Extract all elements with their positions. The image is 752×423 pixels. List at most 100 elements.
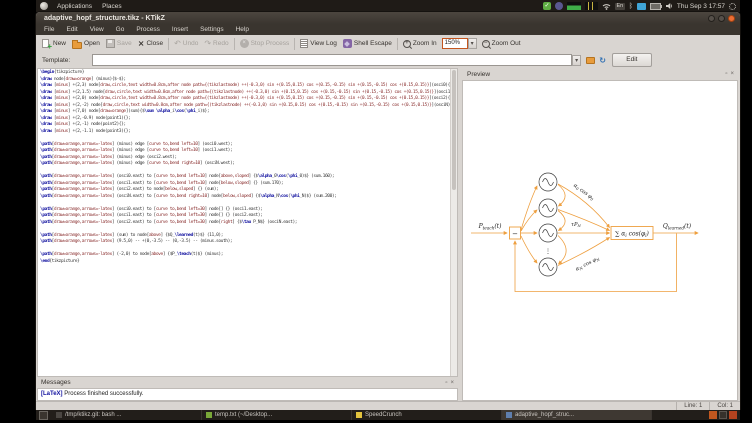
- close-window-button[interactable]: [728, 15, 735, 22]
- preview-float-icon[interactable]: ▫: [725, 71, 727, 77]
- open-button[interactable]: Open: [69, 38, 103, 50]
- preview-close-icon[interactable]: ×: [730, 71, 734, 77]
- view-log-button[interactable]: View Log: [297, 38, 340, 49]
- taskbar-item-speedcrunch[interactable]: SpeedCrunch: [352, 410, 502, 420]
- menu-edit[interactable]: Edit: [60, 26, 83, 33]
- tikz-diagram: − Pteach(t) ∑ αi cos(φi) Qlearned(t) α0 …: [463, 81, 737, 400]
- new-button[interactable]: New: [39, 38, 69, 49]
- taskbar-item-label: SpeedCrunch: [365, 412, 402, 418]
- stop-label: Stop Process: [251, 40, 290, 47]
- save-button[interactable]: Save: [103, 38, 135, 49]
- menu-insert[interactable]: Insert: [166, 26, 194, 33]
- messages-content: [LaTeX] Process finished successfully.: [37, 388, 458, 401]
- ktikz-icon: [506, 412, 512, 418]
- sum-label: ∑ αi cos(φi): [615, 231, 649, 238]
- save-label: Save: [117, 40, 132, 47]
- editor-scrollbar-thumb[interactable]: [452, 70, 456, 190]
- undo-arrow-icon: ↶: [174, 39, 181, 48]
- messages-title: Messages: [37, 379, 71, 386]
- code-lines: \begin{tikzpicture}\draw node[draw=orang…: [38, 69, 457, 265]
- workspace-2[interactable]: [719, 411, 727, 419]
- places-menu[interactable]: Places: [97, 3, 127, 10]
- zoom-in-button[interactable]: + Zoom In: [400, 39, 440, 49]
- close-file-button[interactable]: × Close: [135, 38, 166, 49]
- menu-file[interactable]: File: [36, 26, 60, 33]
- session-gear-icon[interactable]: [729, 3, 736, 10]
- osc1-to-osc2-arc: [558, 211, 565, 231]
- speedcrunch-icon: [356, 412, 362, 418]
- app-indicator-icon[interactable]: [555, 2, 563, 10]
- messages-float-icon[interactable]: ▫: [445, 380, 447, 386]
- zoom-in-magnifier-icon: +: [403, 40, 411, 48]
- zoom-dropdown-button[interactable]: ▾: [468, 38, 477, 49]
- statusbar: Line: 1 Col: 1: [36, 401, 740, 410]
- code-editor[interactable]: \begin{tikzpicture}\draw node[draw=orang…: [37, 68, 458, 377]
- ktikz-window: adaptive_hopf_structure.tikz - KTikZ Fil…: [36, 12, 740, 409]
- messaging-icon[interactable]: [637, 3, 646, 10]
- taskbar-item-texteditor[interactable]: temp.txt (~/Desktop...: [202, 410, 352, 420]
- wifi-icon[interactable]: [602, 2, 611, 10]
- menu-settings[interactable]: Settings: [194, 26, 230, 33]
- system-monitor-net-icon[interactable]: [585, 2, 598, 10]
- maximize-button[interactable]: [718, 15, 725, 22]
- undo-button[interactable]: ↶ Undo: [171, 38, 201, 49]
- open-folder-icon: [72, 42, 82, 49]
- titlebar[interactable]: adaptive_hopf_structure.tikz - KTikZ: [36, 12, 740, 24]
- template-reload-icon[interactable]: ↻: [599, 56, 606, 65]
- window-title: adaptive_hopf_structure.tikz - KTikZ: [36, 15, 165, 22]
- messages-close-icon[interactable]: ×: [450, 380, 454, 386]
- open-label: Open: [84, 40, 100, 47]
- menu-view[interactable]: View: [84, 26, 110, 33]
- template-dropdown-button[interactable]: ▾: [572, 55, 581, 66]
- shell-escape-button[interactable]: Shell Escape: [340, 38, 395, 49]
- volume-icon[interactable]: [665, 2, 673, 10]
- distributor-logo-icon[interactable]: [40, 2, 48, 10]
- text-file-icon: [206, 412, 212, 418]
- redo-button[interactable]: ↷ Redo: [201, 38, 231, 49]
- editor-scrollbar[interactable]: [450, 69, 457, 376]
- battery-icon[interactable]: [650, 3, 661, 10]
- taskbar-item-label: adaptive_hopf_struc...: [515, 412, 574, 418]
- applications-menu[interactable]: Applications: [52, 3, 97, 10]
- input-signal-label: Pteach(t): [478, 223, 503, 230]
- menu-process[interactable]: Process: [130, 26, 165, 33]
- workspace-1[interactable]: [709, 411, 717, 419]
- edge-top-label: α0 cos φ0: [572, 183, 596, 202]
- preview-header: Preview ▫ ×: [462, 68, 738, 80]
- trash-icon[interactable]: [729, 411, 737, 419]
- minus-to-osc0-arrow: [521, 186, 537, 230]
- shell-escape-icon: [343, 39, 352, 48]
- minimize-button[interactable]: [708, 15, 715, 22]
- taskbar-item-ktikz[interactable]: adaptive_hopf_struc...: [502, 410, 652, 420]
- zoom-level-value[interactable]: 150%: [442, 38, 468, 49]
- zoom-level-combo: 150% ▾: [442, 38, 477, 49]
- menu-help[interactable]: Help: [230, 26, 255, 33]
- stop-process-button[interactable]: × Stop Process: [237, 38, 293, 49]
- close-label: Close: [146, 40, 163, 47]
- menubar: File Edit View Go Process Insert Setting…: [36, 24, 740, 35]
- vdots-label: ⋮: [545, 248, 551, 255]
- show-desktop-icon[interactable]: [39, 411, 48, 420]
- taskbar-item-terminal[interactable]: /tmp/ktikz.git: bash ...: [52, 410, 202, 420]
- template-input[interactable]: [92, 54, 572, 66]
- template-edit-button[interactable]: Edit: [612, 53, 652, 67]
- bluetooth-icon[interactable]: ᛒ: [629, 2, 633, 10]
- taskbar-item-label: temp.txt (~/Desktop...: [215, 412, 272, 418]
- preview-canvas[interactable]: − Pteach(t) ∑ αi cos(φi) Qlearned(t) α0 …: [462, 80, 738, 401]
- menu-go[interactable]: Go: [110, 26, 131, 33]
- system-monitor-cpu-icon[interactable]: [567, 2, 581, 10]
- undo-label: Undo: [183, 40, 199, 47]
- zoom-out-label: Zoom Out: [492, 40, 521, 47]
- keyboard-layout-indicator[interactable]: En: [615, 3, 625, 10]
- clock[interactable]: Thu Sep 3 17:57: [677, 3, 725, 10]
- shell-escape-label: Shell Escape: [354, 40, 392, 47]
- redo-label: Redo: [213, 40, 229, 47]
- minus-to-oscN-arrow: [521, 236, 537, 263]
- osc1-to-sum-arrow: [558, 210, 610, 231]
- latex-prefix: [LaTeX]: [41, 391, 63, 397]
- log-document-icon: [300, 39, 308, 48]
- new-file-icon: [42, 39, 49, 48]
- zoom-out-button[interactable]: − Zoom Out: [479, 39, 524, 49]
- template-browse-folder-icon[interactable]: [586, 57, 595, 64]
- updater-icon[interactable]: ✓: [543, 2, 551, 10]
